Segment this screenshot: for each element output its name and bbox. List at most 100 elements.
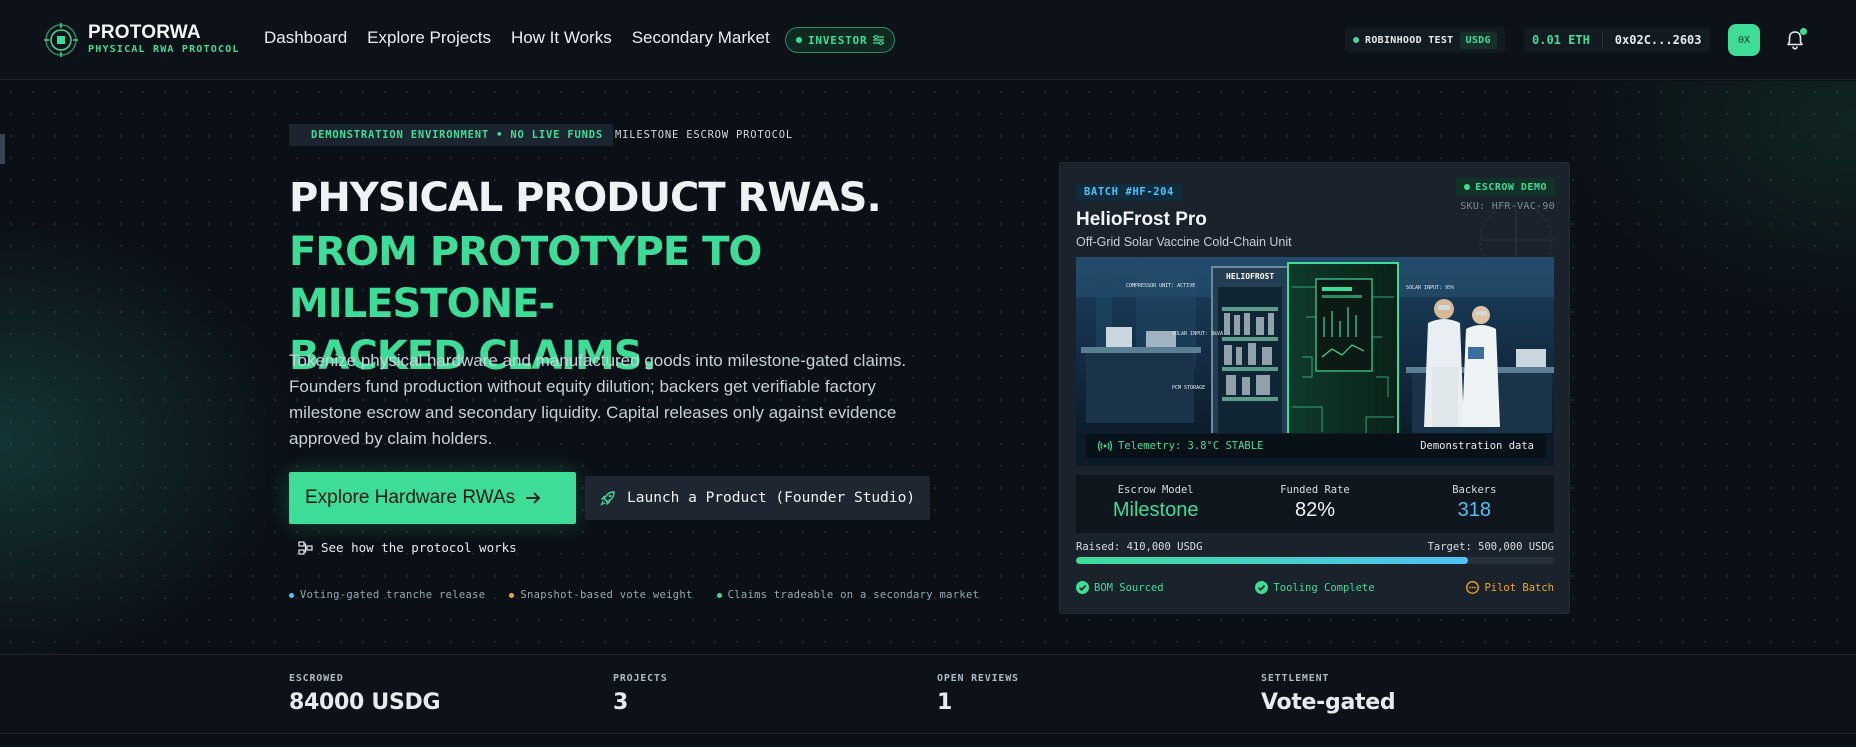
- notification-dot: [1800, 28, 1807, 35]
- explore-button-label: Explore Hardware RWAs: [305, 487, 516, 508]
- milestone-label: Pilot Batch: [1484, 581, 1554, 594]
- stat-projects: PROJECTS 3: [613, 673, 668, 715]
- milestone-item: Pilot Batch: [1466, 581, 1554, 594]
- escrow-status-label: ESCROW DEMO: [1475, 181, 1547, 193]
- stat-escrowed: ESCROWED 84000 USDG: [289, 673, 441, 715]
- product-card[interactable]: BATCH #HF-204 ESCROW DEMO SKU: HFR-VAC-9…: [1059, 162, 1570, 614]
- explore-hardware-rwas-button[interactable]: Explore Hardware RWAs: [289, 472, 576, 524]
- feature-label: Snapshot-based vote weight: [520, 589, 693, 601]
- role-label: INVESTOR: [808, 33, 868, 47]
- image-label-compressor: COMPRESSOR UNIT: ACTIVE: [1126, 283, 1195, 289]
- escrow-status-badge: ESCROW DEMO: [1456, 178, 1555, 196]
- eth-balance: 0.01 ETH: [1524, 32, 1603, 48]
- protocol-logo-icon: [44, 23, 78, 57]
- product-name: HelioFrost Pro: [1076, 209, 1207, 230]
- raised-amount: Raised: 410,000 USDG: [1076, 541, 1203, 553]
- milestone-list: BOM Sourced Tooling Complete Pilot Batch: [1076, 581, 1554, 594]
- feature-label: Claims tradeable on a secondary market: [727, 589, 980, 601]
- launch-button-label: Launch a Product (Founder Studio): [627, 490, 916, 506]
- nav-link-secondary-market[interactable]: Secondary Market: [632, 28, 770, 48]
- stat-open-reviews: OPEN REVIEWS 1: [937, 673, 1019, 715]
- check-circle-icon: [1076, 581, 1089, 594]
- role-status-dot: [796, 37, 802, 43]
- band-stat-label: SETTLEMENT: [1261, 673, 1330, 684]
- feature-item: Snapshot-based vote weight: [509, 589, 692, 601]
- hero-headline-line2: FROM PROTOTYPE TO MILESTONE-: [289, 229, 762, 327]
- feature-dot: [509, 592, 515, 598]
- nav-links: Dashboard Explore Projects How It Works …: [264, 28, 770, 48]
- telemetry-bar: Telemetry: 3.8°C STABLE Demonstration da…: [1086, 434, 1546, 458]
- avatar[interactable]: 0X: [1728, 24, 1760, 56]
- arrow-right-icon: [526, 492, 541, 504]
- pending-circle-icon: [1466, 581, 1480, 594]
- stat-escrow-model: Escrow Model Milestone: [1076, 475, 1235, 533]
- nav-link-explore-projects[interactable]: Explore Projects: [367, 28, 491, 48]
- how-protocol-works-link[interactable]: See how the protocol works: [298, 540, 517, 555]
- brand-subtitle: PHYSICAL RWA PROTOCOL: [88, 44, 240, 55]
- nav-link-dashboard[interactable]: Dashboard: [264, 28, 347, 48]
- feature-list: Voting-gated tranche release Snapshot-ba…: [289, 589, 979, 601]
- stat-settlement: SETTLEMENT Vote-gated: [1261, 673, 1396, 715]
- protocol-stats-band: ESCROWED 84000 USDG PROJECTS 3 OPEN REVI…: [0, 654, 1856, 734]
- telemetry-reading: Telemetry: 3.8°C STABLE: [1098, 440, 1263, 452]
- stat-backers: Backers 318: [1395, 475, 1554, 533]
- image-label-pcm: PCM STORAGE: [1172, 385, 1205, 391]
- product-subtitle: Off-Grid Solar Vaccine Cold-Chain Unit: [1076, 235, 1292, 249]
- broadcast-icon: [1098, 440, 1112, 452]
- funding-progress-bar: [1076, 557, 1554, 564]
- check-circle-icon: [1255, 581, 1269, 594]
- role-switch-badge[interactable]: INVESTOR: [785, 27, 896, 53]
- feature-item: Voting-gated tranche release: [289, 589, 485, 601]
- target-amount: Target: 500,000 USDG: [1427, 541, 1554, 553]
- funding-progress-fill: [1076, 557, 1468, 564]
- hero-headline-line1: PHYSICAL PRODUCT RWAS.: [289, 175, 882, 221]
- brand-name: PROTORWA: [88, 22, 201, 43]
- milestone-item: Tooling Complete: [1255, 581, 1375, 594]
- band-stat-value: 84000 USDG: [289, 690, 441, 715]
- environment-protocol-label: MILESTONE ESCROW PROTOCOL: [614, 129, 794, 141]
- stat-value: Milestone: [1112, 499, 1199, 521]
- wallet-address: 0x02C...2603: [1614, 33, 1702, 47]
- environment-tag: DEMONSTRATION ENVIRONMENT • NO LIVE FUND…: [289, 124, 793, 146]
- wallet-pill[interactable]: 0.01 ETH 0x02C...2603: [1524, 27, 1710, 53]
- product-image: HELIOFROST COMPRESSOR UNIT: ACTIVE SOLAR…: [1076, 257, 1554, 466]
- image-label-solar-b: SOLAR INPUT: 8kVA: [1172, 331, 1223, 337]
- stat-label: Escrow Model: [1117, 484, 1194, 496]
- flow-diagram-icon: [298, 540, 313, 555]
- band-stat-value: Vote-gated: [1261, 690, 1396, 715]
- network-indicator[interactable]: ROBINHOOD TEST USDG: [1345, 27, 1505, 53]
- environment-notice: DEMONSTRATION ENVIRONMENT • NO LIVE FUND…: [289, 124, 613, 146]
- launch-product-button[interactable]: Launch a Product (Founder Studio): [585, 476, 930, 520]
- feature-item: Claims tradeable on a secondary market: [716, 589, 980, 601]
- escrow-status-dot: [1464, 184, 1471, 190]
- funding-row: Raised: 410,000 USDG Target: 500,000 USD…: [1076, 541, 1554, 553]
- stat-funded-rate: Funded Rate 82%: [1235, 475, 1394, 533]
- milestone-label: Tooling Complete: [1273, 581, 1375, 594]
- band-stat-label: PROJECTS: [613, 673, 668, 684]
- band-stat-value: 1: [937, 690, 953, 715]
- stat-value: 82%: [1294, 499, 1335, 521]
- image-label-heliofrost: HELIOFROST: [1226, 272, 1274, 281]
- band-stat-value: 3: [613, 690, 629, 715]
- stat-label: Backers: [1452, 484, 1497, 496]
- band-stat-label: ESCROWED: [289, 673, 344, 684]
- demo-data-note: Demonstration data: [1420, 440, 1534, 452]
- feature-dot: [289, 592, 294, 598]
- card-stats: Escrow Model Milestone Funded Rate 82% B…: [1076, 475, 1554, 533]
- milestone-label: BOM Sourced: [1094, 581, 1164, 594]
- feature-label: Voting-gated tranche release: [300, 589, 486, 601]
- rocket-icon: [600, 491, 615, 506]
- how-link-label: See how the protocol works: [321, 540, 517, 555]
- switch-icon: [873, 35, 885, 45]
- network-status-dot: [1353, 37, 1359, 43]
- batch-badge: BATCH #HF-204: [1076, 184, 1182, 201]
- network-label: ROBINHOOD TEST: [1365, 34, 1454, 46]
- milestone-item: BOM Sourced: [1076, 581, 1164, 594]
- band-stat-label: OPEN REVIEWS: [937, 673, 1019, 684]
- network-token-tag: USDG: [1459, 31, 1497, 49]
- stat-value: 318: [1457, 499, 1491, 521]
- brand[interactable]: PROTORWA PHYSICAL RWA PROTOCOL: [44, 22, 240, 58]
- nav-link-how-it-works[interactable]: How It Works: [511, 28, 612, 48]
- scroll-edge-marker: [0, 134, 5, 164]
- hero-description: Tokenize physical hardware and manufactu…: [289, 351, 907, 448]
